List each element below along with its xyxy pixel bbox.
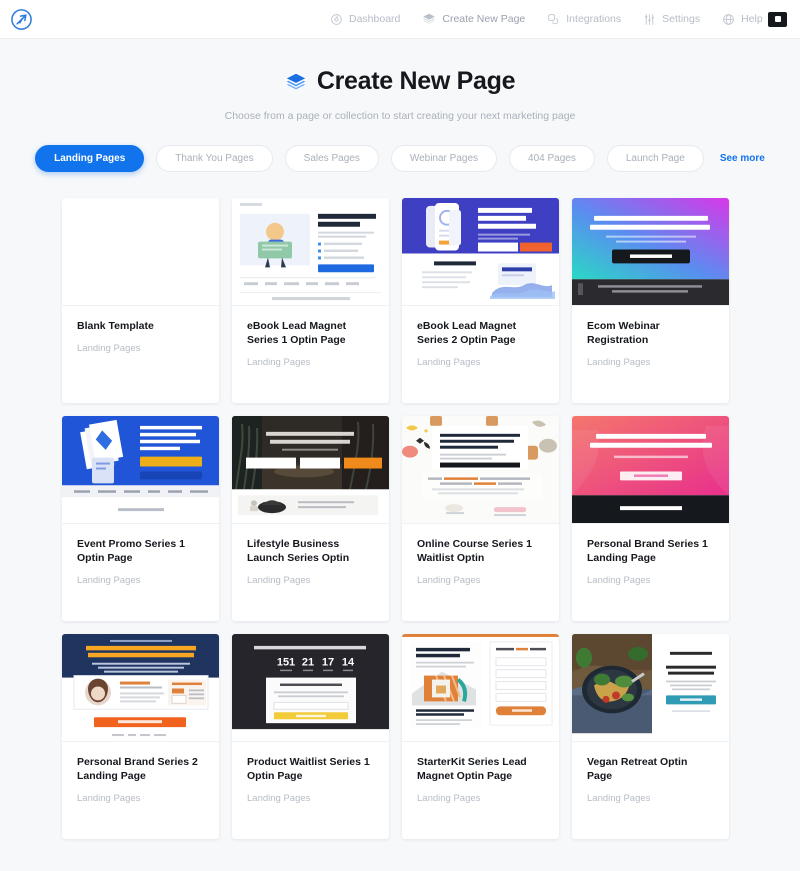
- filter-pill-webinar-pages[interactable]: Webinar Pages: [390, 145, 498, 172]
- template-thumbnail: [402, 634, 559, 742]
- template-thumbnail: [572, 198, 729, 306]
- page-title: Create New Page: [316, 67, 516, 95]
- nav-item-help[interactable]: Help: [722, 13, 763, 26]
- template-category: Landing Pages: [247, 793, 311, 805]
- account-avatar-icon[interactable]: [768, 11, 787, 27]
- template-category: Landing Pages: [587, 357, 651, 369]
- layers-icon: [422, 12, 436, 26]
- nav-item-label: Integrations: [566, 13, 622, 25]
- main-nav: Dashboard Create New Page Integrations S…: [330, 12, 763, 26]
- template-thumbnail: [62, 198, 219, 306]
- template-title: Personal Brand Series 2 Landing Page: [77, 756, 198, 783]
- see-more-link[interactable]: See more: [720, 153, 765, 164]
- template-title: eBook Lead Magnet Series 1 Optin Page: [247, 320, 347, 347]
- template-thumbnail: 151 21 17 14: [232, 634, 389, 742]
- nav-item-dashboard[interactable]: Dashboard: [330, 13, 400, 26]
- template-card[interactable]: StarterKit Series Lead Magnet Optin Page…: [402, 634, 559, 839]
- template-category: Landing Pages: [77, 793, 141, 805]
- template-thumbnail: [402, 416, 559, 524]
- template-title: Event Promo Series 1 Optin Page: [77, 538, 185, 565]
- help-globe-icon: [722, 13, 735, 26]
- template-card[interactable]: 151 21 17 14 Product Waitlist Series 1 O…: [232, 634, 389, 839]
- template-card[interactable]: eBook Lead Magnet Series 1 Optin Page La…: [232, 198, 389, 403]
- nav-item-create-new-page[interactable]: Create New Page: [422, 12, 525, 26]
- sliders-icon: [643, 13, 656, 26]
- integrations-icon: [547, 13, 560, 26]
- template-thumbnail: [62, 634, 219, 742]
- template-title: Online Course Series 1 Waitlist Optin: [417, 538, 532, 565]
- template-card[interactable]: Personal Brand Series 1 Landing Page Lan…: [572, 416, 729, 621]
- template-thumbnail: [232, 198, 389, 306]
- template-category: Landing Pages: [417, 793, 481, 805]
- dashboard-icon: [330, 13, 343, 26]
- template-category: Landing Pages: [417, 575, 481, 587]
- template-card[interactable]: Blank Template Landing Pages: [62, 198, 219, 403]
- nav-item-label: Help: [741, 13, 763, 25]
- filter-pill-launch-page[interactable]: Launch Page: [606, 145, 704, 172]
- template-card[interactable]: Personal Brand Series 2 Landing Page Lan…: [62, 634, 219, 839]
- template-card[interactable]: eBook Lead Magnet Series 2 Optin Page La…: [402, 198, 559, 403]
- template-card[interactable]: Vegan Retreat Optin Page Landing Pages: [572, 634, 729, 839]
- template-category: Landing Pages: [587, 793, 651, 805]
- svg-text:14: 14: [342, 657, 355, 669]
- nav-item-label: Create New Page: [442, 13, 526, 25]
- template-title: Personal Brand Series 1 Landing Page: [587, 538, 708, 565]
- filter-pill-landing-pages[interactable]: Landing Pages: [35, 145, 145, 172]
- template-thumbnail: [572, 634, 729, 742]
- template-title: Product Waitlist Series 1 Optin Page: [247, 756, 370, 783]
- template-thumbnail: [62, 416, 219, 524]
- template-category: Landing Pages: [587, 575, 651, 587]
- template-thumbnail: [572, 416, 729, 524]
- page-header: Create New Page Choose from a page or co…: [0, 39, 800, 122]
- template-card[interactable]: Ecom Webinar Registration Landing Pages: [572, 198, 729, 403]
- filter-pill-thank-you-pages[interactable]: Thank You Pages: [156, 145, 273, 172]
- template-title: Ecom Webinar Registration: [587, 320, 660, 347]
- page-subtitle: Choose from a page or collection to star…: [224, 110, 576, 122]
- nav-item-settings[interactable]: Settings: [643, 13, 700, 26]
- template-title: Blank Template: [77, 320, 154, 332]
- svg-text:151: 151: [277, 657, 295, 669]
- template-category: Landing Pages: [417, 357, 481, 369]
- template-thumbnail: [402, 198, 559, 306]
- svg-text:21: 21: [302, 657, 314, 669]
- template-category: Landing Pages: [77, 575, 141, 587]
- template-category: Landing Pages: [247, 575, 311, 587]
- layers-icon: [285, 71, 307, 93]
- nav-item-label: Dashboard: [349, 13, 401, 25]
- template-thumbnail: [232, 416, 389, 524]
- template-category: Landing Pages: [247, 357, 311, 369]
- template-title: eBook Lead Magnet Series 2 Optin Page: [417, 320, 517, 347]
- svg-text:17: 17: [322, 657, 334, 669]
- nav-item-label: Settings: [662, 13, 701, 25]
- template-title: Lifestyle Business Launch Series Optin: [247, 538, 350, 565]
- template-grid: Blank Template Landing Pages eBook Lead …: [62, 198, 738, 839]
- nav-item-integrations[interactable]: Integrations: [547, 13, 621, 26]
- rocket-logo-icon[interactable]: [9, 7, 33, 31]
- template-card[interactable]: Online Course Series 1 Waitlist Optin La…: [402, 416, 559, 621]
- filter-pill-404-pages[interactable]: 404 Pages: [509, 145, 595, 172]
- template-card[interactable]: Lifestyle Business Launch Series Optin L…: [232, 416, 389, 621]
- template-title: Vegan Retreat Optin Page: [587, 756, 688, 783]
- top-navigation-bar: Dashboard Create New Page Integrations S…: [0, 0, 800, 39]
- template-card[interactable]: Event Promo Series 1 Optin Page Landing …: [62, 416, 219, 621]
- template-category: Landing Pages: [77, 343, 141, 355]
- filter-pill-sales-pages[interactable]: Sales Pages: [284, 145, 379, 172]
- category-filter-bar: Landing Pages Thank You Pages Sales Page…: [0, 145, 800, 172]
- template-title: StarterKit Series Lead Magnet Optin Page: [417, 756, 527, 783]
